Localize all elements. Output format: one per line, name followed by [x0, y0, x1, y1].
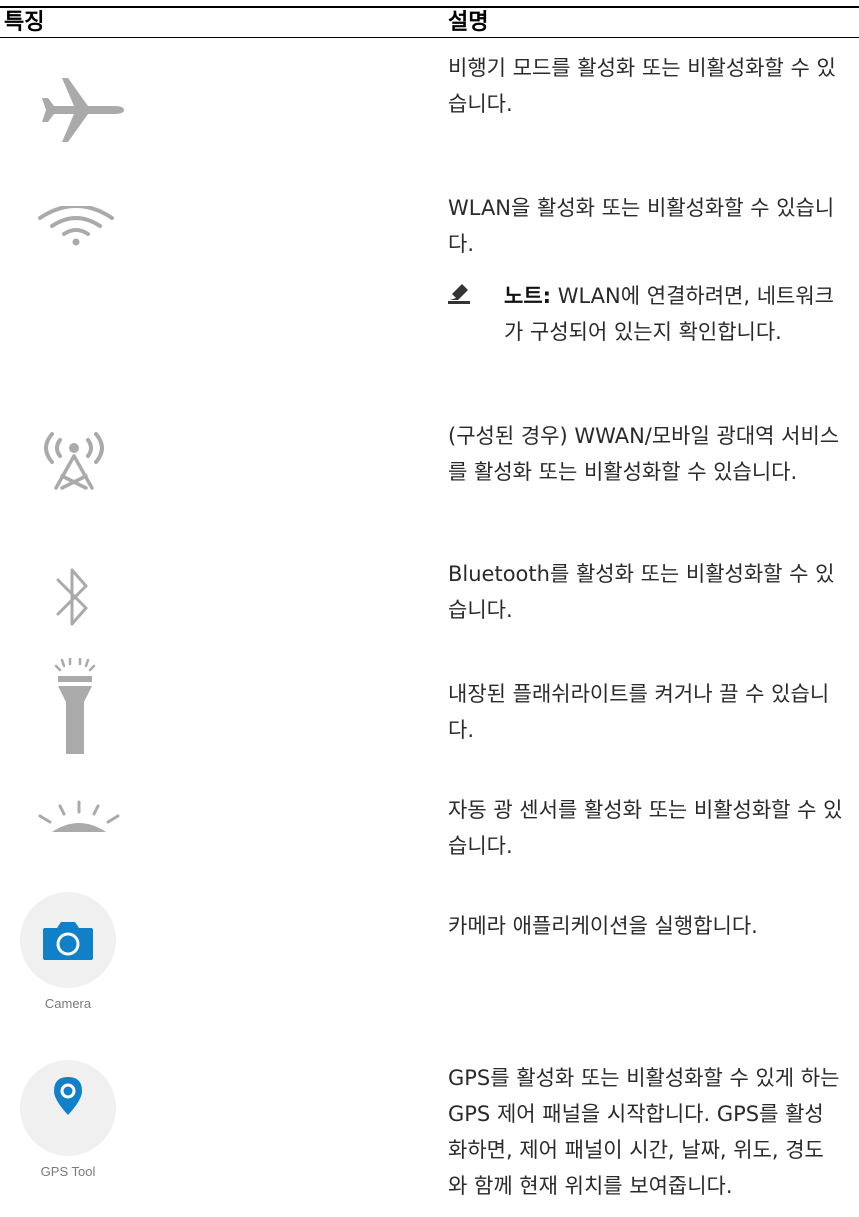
- table-header-rule: [0, 37, 859, 38]
- app-caption: GPS Tool: [40, 1164, 96, 1179]
- gps-pin-icon: [54, 1077, 82, 1115]
- row-description: WLAN을 활성화 또는 비활성화할 수 있습니다.: [448, 196, 835, 256]
- row-description: 카메라 애플리케이션을 실행합니다.: [448, 914, 758, 938]
- bluetooth-icon: [56, 568, 88, 626]
- airplane-icon: [42, 78, 124, 142]
- note-label: 노트:: [504, 284, 552, 308]
- pencil-note-icon: [448, 284, 470, 304]
- app-caption: Camera: [44, 996, 92, 1011]
- column-header-description: 설명: [448, 10, 489, 35]
- row-description: GPS를 활성화 또는 비활성화할 수 있게 하는 GPS 제어 패널을 시작합…: [448, 1066, 840, 1198]
- column-header-feature: 특징: [4, 10, 45, 35]
- wifi-icon: [38, 206, 114, 246]
- row-description: 내장된 플래쉬라이트를 켜거나 끌 수 있습니다.: [448, 682, 830, 742]
- table-top-rule: [0, 6, 859, 8]
- row-description: Bluetooth를 활성화 또는 비활성화할 수 있습니다.: [448, 562, 835, 622]
- row-description: 비행기 모드를 활성화 또는 비활성화할 수 있습니다.: [448, 56, 836, 116]
- flashlight-icon: [54, 658, 96, 754]
- camera-icon: [43, 922, 93, 960]
- cellular-tower-icon: [44, 432, 104, 490]
- note-text: WLAN에 연결하려면, 네트워크가 구성되어 있는지 확인합니다.: [504, 284, 834, 344]
- ambient-light-sensor-icon: [38, 800, 120, 832]
- row-description: 자동 광 센서를 활성화 또는 비활성화할 수 있습니다.: [448, 798, 843, 858]
- row-description: (구성된 경우) WWAN/모바일 광대역 서비스를 활성화 또는 비활성화할 …: [448, 424, 840, 484]
